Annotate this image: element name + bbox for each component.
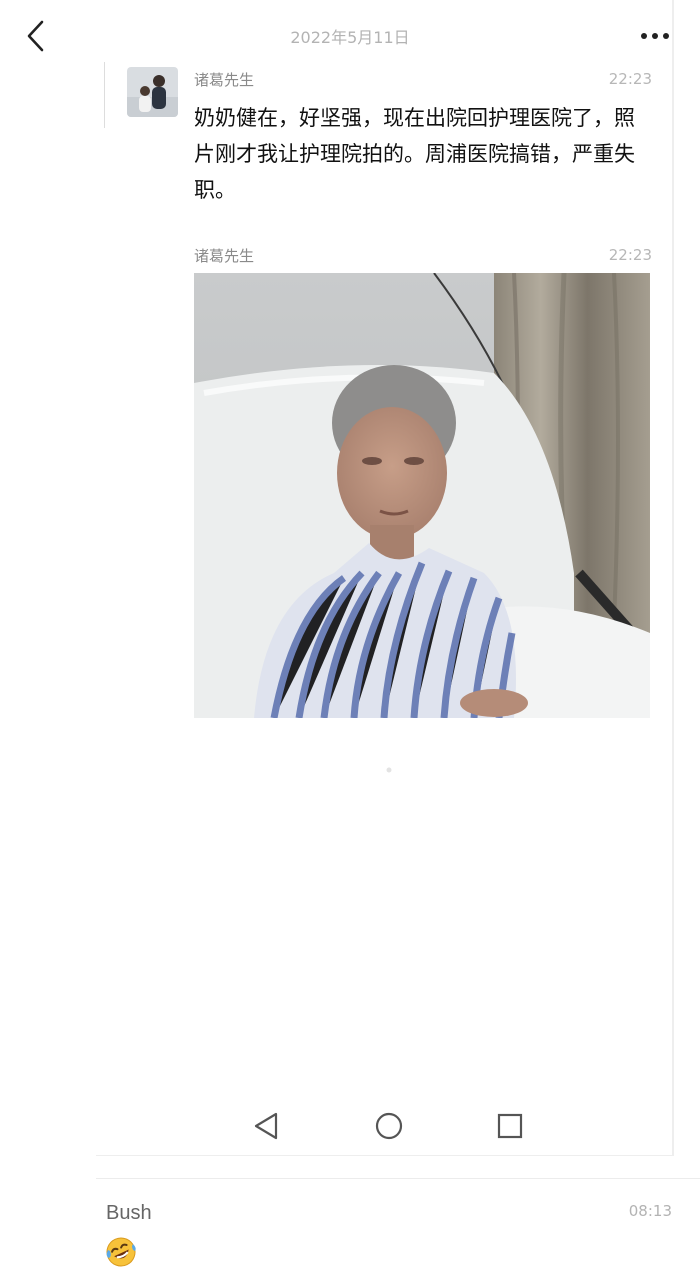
commenter-name[interactable]: Bush — [106, 1202, 152, 1225]
sender-name[interactable]: 诸葛先生 — [194, 69, 254, 90]
more-horizontal-icon — [641, 33, 669, 39]
message-time: 22:23 — [608, 70, 652, 88]
recents-square-icon — [497, 1113, 523, 1139]
back-triangle-icon — [254, 1112, 278, 1140]
nav-recents-button[interactable] — [493, 1109, 527, 1143]
page-indicator — [380, 758, 400, 773]
more-button[interactable] — [638, 26, 672, 46]
system-nav-bar — [104, 1100, 672, 1154]
divider — [96, 1178, 700, 1179]
nav-home-button[interactable] — [372, 1109, 406, 1143]
top-bar: 2022年5月11日 — [0, 0, 700, 70]
divider — [104, 62, 105, 128]
avatar[interactable] — [127, 67, 178, 117]
home-circle-icon — [375, 1112, 403, 1140]
message-time: 22:23 — [608, 246, 652, 264]
divider — [96, 1155, 674, 1156]
date-label: 2022年5月11日 — [290, 28, 410, 47]
message-text: 奶奶健在，好坚强，现在出院回护理医院了，照片刚才我让护理院拍的。周浦医院搞错，严… — [194, 106, 635, 202]
nav-back-button[interactable] — [250, 1109, 284, 1143]
photo-elderly-woman-in-hospital-bed[interactable] — [194, 272, 654, 719]
divider — [672, 0, 674, 1155]
laughing-crying-emoji-icon — [105, 1236, 137, 1268]
comment-time: 08:13 — [628, 1202, 672, 1220]
moments-detail-page: 2022年5月11日 诸葛先生 22:23 奶奶健在，好坚强，现在出院回护理医院… — [0, 0, 700, 1280]
sender-name[interactable]: 诸葛先生 — [194, 245, 254, 266]
